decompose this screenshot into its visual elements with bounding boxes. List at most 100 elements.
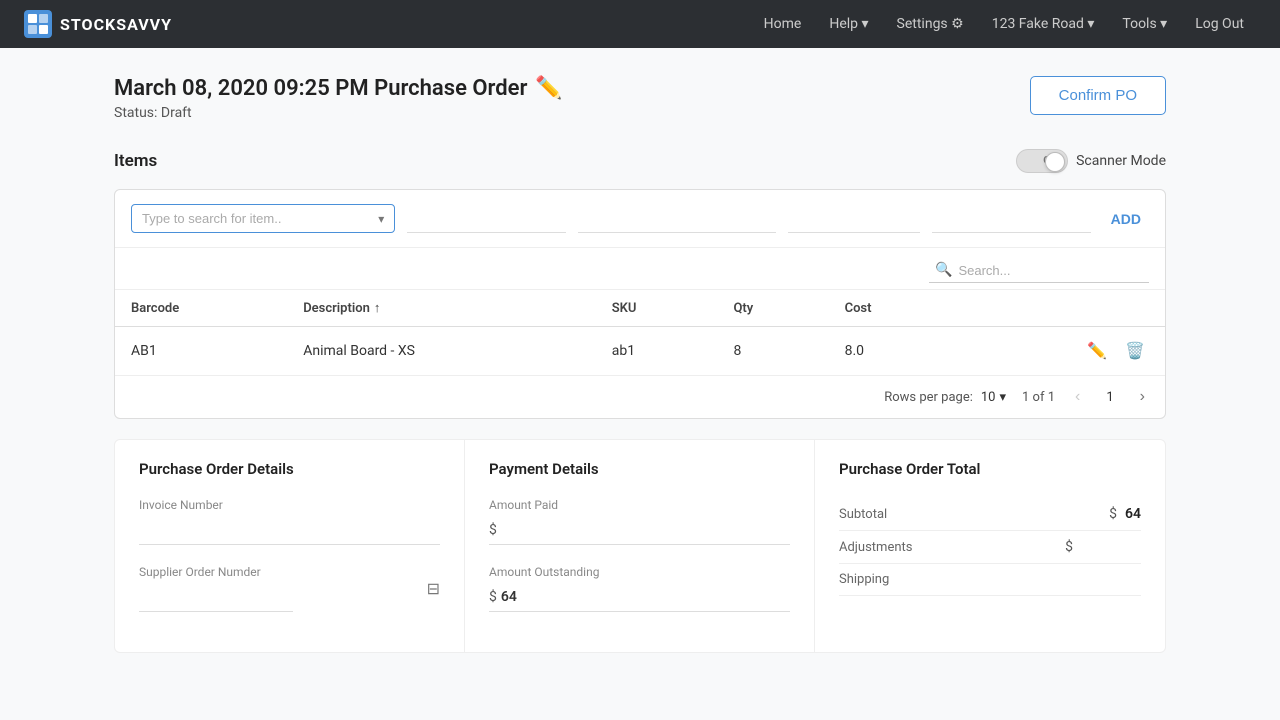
items-table-container: ▾ ADD 🔍 Barcode — [114, 189, 1166, 419]
supplier-order-number-group: Supplier Order Numder ⊟ — [139, 565, 440, 612]
status-badge: Draft — [161, 105, 192, 121]
invoice-number-label: Invoice Number — [139, 498, 440, 512]
page-info: 1 of 1 — [1022, 390, 1055, 405]
amount-outstanding-label: Amount Outstanding — [489, 565, 790, 579]
scan-icon[interactable]: ⊟ — [427, 579, 440, 598]
per-page-value: 10 — [981, 390, 996, 405]
th-actions — [955, 290, 1165, 327]
nav-help[interactable]: Help ▾ — [817, 10, 880, 38]
edit-row-button[interactable]: ✏️ — [1083, 339, 1111, 363]
subtotal-symbol: $ — [1109, 506, 1117, 522]
quantity-add-input[interactable] — [788, 205, 920, 233]
brand-logo-icon — [24, 10, 52, 38]
navbar-links: Home Help ▾ Settings ⚙ 123 Fake Road ▾ T… — [752, 10, 1256, 38]
invoice-number-input[interactable] — [139, 516, 440, 545]
th-description[interactable]: Description ↑ — [287, 290, 596, 327]
th-barcode: Barcode — [115, 290, 287, 327]
adjustments-input[interactable] — [1081, 539, 1141, 555]
barcode-add-input[interactable] — [407, 205, 566, 233]
amount-paid-group: Amount Paid $ — [489, 498, 790, 545]
rows-per-page-group: Rows per page: 10 ▾ — [884, 390, 1006, 405]
edit-title-icon[interactable]: ✏️ — [535, 76, 562, 101]
per-page-select[interactable]: 10 ▾ — [981, 390, 1006, 405]
page-title-group: March 08, 2020 09:25 PM Purchase Order ✏… — [114, 76, 563, 121]
cell-actions: ✏️ 🗑️ — [955, 327, 1165, 376]
cell-cost: 8.0 — [829, 327, 955, 376]
scanner-mode-label: Scanner Mode — [1076, 153, 1166, 169]
cell-sku: ab1 — [596, 327, 718, 376]
toggle-thumb — [1045, 152, 1065, 172]
delete-row-button[interactable]: 🗑️ — [1121, 339, 1149, 363]
table-search-row: 🔍 — [115, 248, 1165, 289]
cell-barcode: AB1 — [115, 327, 287, 376]
amount-outstanding-row: $ 64 — [489, 583, 790, 612]
brand: STOCKSAVVY — [24, 10, 172, 38]
page-title: March 08, 2020 09:25 PM Purchase Order ✏… — [114, 76, 563, 101]
amount-outstanding-group: Amount Outstanding $ 64 — [489, 565, 790, 612]
chevron-down-icon: ▾ — [1087, 16, 1094, 32]
amount-paid-label: Amount Paid — [489, 498, 790, 512]
table-search-bar: 🔍 — [929, 258, 1149, 283]
subtotal-value-pair: $ 64 — [1109, 506, 1141, 522]
table-search-input[interactable] — [958, 263, 1143, 278]
nav-logout[interactable]: Log Out — [1183, 10, 1256, 38]
sku-add-input[interactable] — [578, 205, 776, 233]
pagination-row: Rows per page: 10 ▾ 1 of 1 ‹ 1 › — [115, 375, 1165, 418]
scanner-mode-toggle[interactable]: OFF — [1016, 149, 1068, 173]
payment-details-title: Payment Details — [489, 460, 790, 478]
amount-paid-row: $ — [489, 516, 790, 545]
shipping-row: Shipping — [839, 564, 1141, 596]
subtotal-row: Subtotal $ 64 — [839, 498, 1141, 531]
supplier-order-label: Supplier Order Numder — [139, 565, 320, 579]
chevron-down-icon: ▾ — [862, 16, 869, 32]
subtotal-value: 64 — [1125, 506, 1141, 522]
status-display: Status: Draft — [114, 105, 563, 121]
add-item-button[interactable]: ADD — [1103, 205, 1149, 233]
amount-paid-input[interactable] — [501, 522, 790, 538]
bottom-sections: Purchase Order Details Invoice Number Su… — [114, 439, 1166, 653]
current-page-number: 1 — [1100, 388, 1119, 407]
brand-name: STOCKSAVVY — [60, 15, 172, 34]
sort-up-icon: ↑ — [374, 300, 381, 316]
table-header: Barcode Description ↑ SKU Qty — [115, 290, 1165, 327]
amount-outstanding-symbol: $ — [489, 589, 497, 605]
cell-qty: 8 — [717, 327, 828, 376]
shipping-label: Shipping — [839, 572, 889, 587]
main-content: March 08, 2020 09:25 PM Purchase Order ✏… — [90, 48, 1190, 681]
adjustments-value-pair: $ — [1065, 539, 1141, 555]
adjustments-symbol: $ — [1065, 539, 1073, 555]
adjustments-row: Adjustments $ — [839, 531, 1141, 564]
cell-description: Animal Board - XS — [287, 327, 596, 376]
amount-outstanding-value: 64 — [501, 589, 517, 605]
subtotal-label: Subtotal — [839, 507, 887, 522]
next-page-button[interactable]: › — [1136, 386, 1149, 408]
scanner-mode-group: OFF Scanner Mode — [1016, 149, 1166, 173]
nav-tools[interactable]: Tools ▾ — [1110, 10, 1179, 38]
table-body: AB1 Animal Board - XS ab1 8 8.0 ✏️ 🗑️ — [115, 327, 1165, 376]
items-table: Barcode Description ↑ SKU Qty — [115, 289, 1165, 375]
items-section-title: Items — [114, 151, 157, 171]
po-total-section: Purchase Order Total Subtotal $ 64 Adjus… — [815, 440, 1165, 652]
po-details-title: Purchase Order Details — [139, 460, 440, 478]
th-qty: Qty — [717, 290, 828, 327]
item-search-dropdown[interactable]: ▾ — [131, 204, 395, 233]
confirm-po-button[interactable]: Confirm PO — [1030, 76, 1166, 115]
search-icon: 🔍 — [935, 262, 952, 278]
page-header: March 08, 2020 09:25 PM Purchase Order ✏… — [114, 76, 1166, 121]
chevron-down-icon: ▾ — [378, 212, 384, 226]
th-cost: Cost — [829, 290, 955, 327]
item-search-input[interactable] — [142, 211, 372, 226]
prev-page-button[interactable]: ‹ — [1071, 386, 1084, 408]
nav-location[interactable]: 123 Fake Road ▾ — [980, 10, 1107, 38]
nav-home[interactable]: Home — [752, 10, 814, 38]
table-row: AB1 Animal Board - XS ab1 8 8.0 ✏️ 🗑️ — [115, 327, 1165, 376]
adjustments-label: Adjustments — [839, 540, 913, 555]
navbar: STOCKSAVVY Home Help ▾ Settings ⚙ 123 Fa… — [0, 0, 1280, 48]
cost-add-input[interactable] — [932, 205, 1091, 233]
gear-icon: ⚙ — [951, 16, 964, 32]
nav-settings[interactable]: Settings ⚙ — [885, 10, 976, 38]
po-total-title: Purchase Order Total — [839, 460, 1141, 478]
payment-details-section: Payment Details Amount Paid $ Amount Out… — [465, 440, 815, 652]
supplier-order-input[interactable] — [139, 583, 293, 612]
rows-per-page-label: Rows per page: — [884, 390, 973, 405]
